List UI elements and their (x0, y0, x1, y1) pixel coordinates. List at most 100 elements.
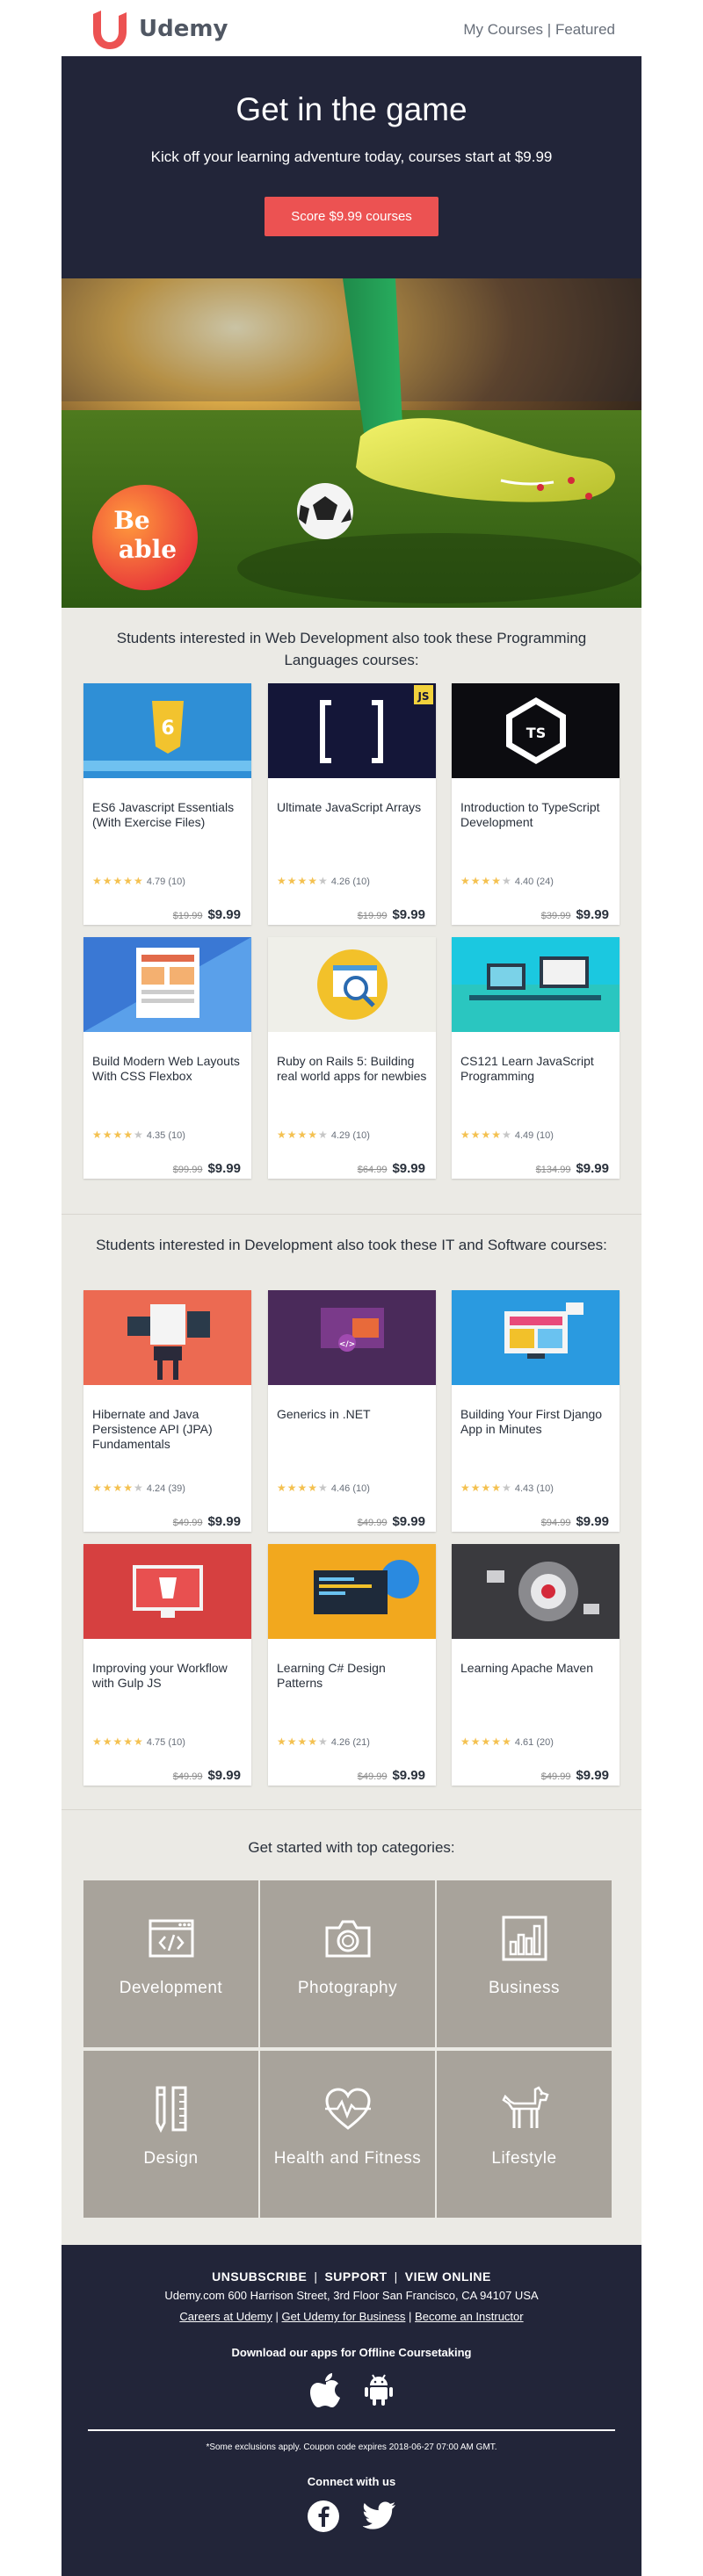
rating-stars: ★★★★★ (460, 1129, 512, 1141)
rating-value: 4.61 (514, 1737, 534, 1748)
heart-pulse-icon (325, 2088, 371, 2130)
category-photography[interactable]: Photography (260, 1880, 435, 2047)
facebook-icon[interactable] (307, 2500, 340, 2533)
rating-stars: ★★★★★ (92, 1129, 144, 1141)
original-price: $19.99 (357, 911, 388, 921)
android-icon[interactable] (363, 2373, 395, 2406)
nav-featured[interactable]: Featured (555, 21, 615, 38)
category-label: Business (488, 1979, 561, 1997)
course-title[interactable]: Generics in .NET (277, 1407, 428, 1422)
sale-price: $9.99 (392, 1514, 425, 1529)
score-courses-button[interactable]: Score $9.99 courses (265, 197, 438, 236)
course-title[interactable]: Ruby on Rails 5: Building real world app… (277, 1054, 428, 1084)
course-thumbnail[interactable] (452, 1544, 620, 1639)
course-price: $49.99 $9.99 (358, 1514, 425, 1529)
review-count: (10) (168, 1737, 185, 1748)
review-count: (10) (352, 1130, 370, 1141)
course-card[interactable]: Build Modern Web Layouts With CSS Flexbo… (83, 937, 251, 1179)
course-card[interactable]: CS121 Learn JavaScript Programming ★★★★★ … (452, 937, 620, 1179)
business-link[interactable]: Get Udemy for Business (282, 2310, 406, 2323)
rating-stars: ★★★★★ (92, 1482, 144, 1494)
review-count: (39) (168, 1483, 185, 1494)
original-price: $49.99 (172, 1518, 203, 1528)
course-title[interactable]: Hibernate and Java Persistence API (JPA)… (92, 1407, 243, 1452)
bar-chart-icon (502, 1916, 547, 1961)
badge-line1: Be (113, 506, 149, 535)
course-thumbnail[interactable]: TS (452, 683, 620, 778)
course-card[interactable]: JS Ultimate JavaScript Arrays ★★★★★ 4.26 (… (268, 683, 436, 925)
category-lifestyle[interactable]: Lifestyle (437, 2051, 612, 2218)
course-title[interactable]: ES6 Javascript Essentials (With Exercise… (92, 800, 243, 830)
course-rating: ★★★★★ 4.35 (10) (92, 1129, 185, 1141)
footer-sub-links: Careers at Udemy | Get Udemy for Busines… (62, 2310, 641, 2323)
category-health-fitness[interactable]: Health and Fitness (260, 2051, 435, 2218)
careers-link[interactable]: Careers at Udemy (179, 2310, 272, 2323)
course-title[interactable]: Introduction to TypeScript Development (460, 800, 612, 830)
course-card[interactable]: Ruby on Rails 5: Building real world app… (268, 937, 436, 1179)
course-thumbnail[interactable] (452, 1290, 620, 1385)
course-thumbnail[interactable] (83, 1290, 251, 1385)
course-title[interactable]: CS121 Learn JavaScript Programming (460, 1054, 612, 1084)
course-title[interactable]: Learning Apache Maven (460, 1661, 612, 1676)
rating-stars: ★★★★★ (277, 1129, 329, 1141)
course-thumbnail[interactable] (83, 937, 251, 1032)
course-card[interactable]: Hibernate and Java Persistence API (JPA)… (83, 1290, 251, 1532)
course-thumbnail[interactable]: </> (268, 1290, 436, 1385)
nav-separator: | (547, 21, 552, 38)
category-business[interactable]: Business (437, 1880, 612, 2047)
course-rating: ★★★★★ 4.79 (10) (92, 875, 185, 887)
footer-links: UNSUBSCRIBE | SUPPORT | VIEW ONLINE (62, 2269, 641, 2284)
section1-title: Students interested in Web Development a… (116, 630, 587, 668)
rating-value: 4.79 (146, 877, 166, 887)
svg-text:TS: TS (526, 725, 546, 741)
course-title[interactable]: Building Your First Django App in Minute… (460, 1407, 612, 1437)
original-price: $49.99 (172, 1771, 203, 1782)
category-design[interactable]: Design (83, 2051, 258, 2218)
soccer-banner-image[interactable]: Be able (62, 278, 641, 608)
rating-value: 4.35 (146, 1130, 166, 1141)
udemy-logo[interactable]: Udemy (88, 7, 228, 51)
course-thumbnail[interactable] (452, 937, 620, 1032)
hero-subtitle: Kick off your learning adventure today, … (150, 148, 553, 165)
course-card[interactable]: TS Introduction to TypeScript Development… (452, 683, 620, 925)
instructor-link[interactable]: Become an Instructor (415, 2310, 524, 2323)
twitter-icon[interactable] (363, 2501, 396, 2531)
apple-icon[interactable] (310, 2372, 342, 2407)
course-card[interactable]: 6 ES6 Javascript Essentials (With Exercis… (83, 683, 251, 925)
category-development[interactable]: Development (83, 1880, 258, 2047)
course-thumbnail[interactable] (268, 937, 436, 1032)
course-card[interactable]: Learning Apache Maven ★★★★★ 4.61 (20) $49.… (452, 1544, 620, 1786)
connect-title: Connect with us (307, 2475, 396, 2488)
course-card[interactable]: Learning C# Design Patterns ★★★★★ 4.26 (2… (268, 1544, 436, 1786)
support-link[interactable]: SUPPORT (324, 2269, 387, 2284)
sale-price: $9.99 (576, 1514, 609, 1529)
review-count: (10) (168, 877, 185, 887)
sale-price: $9.99 (576, 907, 609, 922)
rating-value: 4.29 (330, 1130, 351, 1141)
rating-stars: ★★★★★ (277, 1482, 329, 1494)
course-title[interactable]: Ultimate JavaScript Arrays (277, 800, 428, 815)
rating-value: 4.43 (514, 1483, 534, 1494)
course-thumbnail[interactable]: JS (268, 683, 436, 778)
course-thumbnail[interactable] (268, 1544, 436, 1639)
course-card[interactable]: Building Your First Django App in Minute… (452, 1290, 620, 1532)
original-price: $39.99 (540, 911, 571, 921)
course-card[interactable]: </> Generics in .NET ★★★★★ 4.46 (10) $49.99… (268, 1290, 436, 1532)
course-title[interactable]: Build Modern Web Layouts With CSS Flexbo… (92, 1054, 243, 1084)
sale-price: $9.99 (207, 1768, 241, 1783)
top-nav: My Courses | Featured (463, 21, 615, 39)
course-thumbnail[interactable] (83, 1544, 251, 1639)
camera-icon (325, 1920, 371, 1958)
nav-my-courses[interactable]: My Courses (463, 21, 543, 38)
course-title[interactable]: Improving your Workflow with Gulp JS (92, 1661, 243, 1691)
rating-stars: ★★★★★ (92, 1735, 144, 1748)
original-price: $99.99 (172, 1165, 203, 1175)
course-thumbnail[interactable]: 6 (83, 683, 251, 778)
course-card[interactable]: Improving your Workflow with Gulp JS ★★★★… (83, 1544, 251, 1786)
rating-stars: ★★★★★ (460, 1735, 512, 1748)
course-price: $99.99 $9.99 (173, 1161, 241, 1176)
unsubscribe-link[interactable]: UNSUBSCRIBE (212, 2269, 307, 2284)
course-price: $49.99 $9.99 (173, 1514, 241, 1529)
view-online-link[interactable]: VIEW ONLINE (405, 2269, 491, 2284)
course-title[interactable]: Learning C# Design Patterns (277, 1661, 428, 1691)
